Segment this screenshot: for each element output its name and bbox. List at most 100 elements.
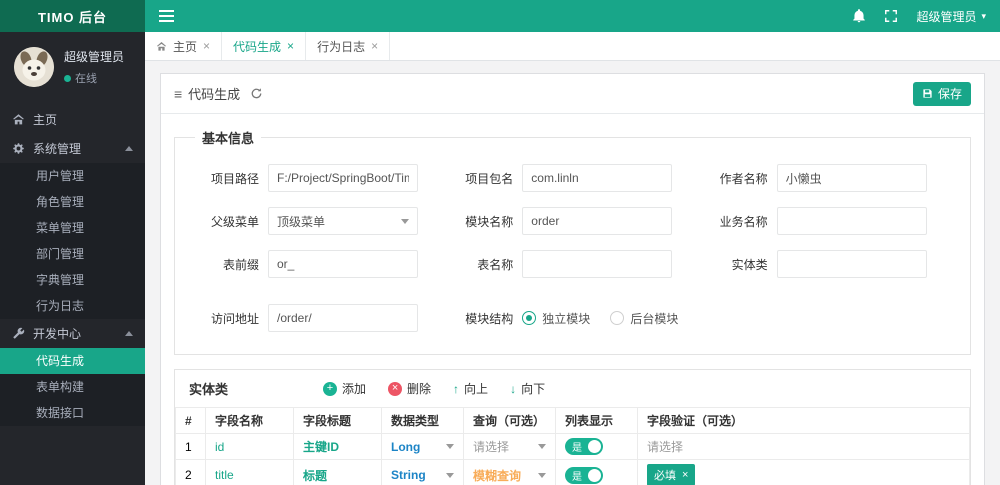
panel-header: ≡ 代码生成 保存 <box>161 74 984 114</box>
validation-cell: 必填 × <box>637 459 970 485</box>
list-display-cell: 是 <box>555 433 638 460</box>
close-icon[interactable]: × <box>682 469 688 481</box>
data-type-select[interactable]: Long <box>391 440 454 454</box>
radio-icon <box>610 311 625 325</box>
sidebar-item-label: 主页 <box>33 113 58 127</box>
row-index: 1 <box>175 433 206 460</box>
form-row: 项目路径 项目包名 作者名称 <box>191 164 954 192</box>
column-header-query: 查询（可选） <box>463 407 556 434</box>
chevron-up-icon <box>125 146 133 151</box>
home-icon <box>156 41 167 52</box>
table-name-input[interactable] <box>522 250 673 278</box>
sidebar-item-system-management[interactable]: 系统管理 <box>0 134 145 163</box>
arrow-down-icon: ↓ <box>510 381 517 396</box>
move-down-button[interactable]: ↓ 向下 <box>510 380 545 397</box>
tab-behavior-log[interactable]: 行为日志 × <box>306 32 391 60</box>
field-name-cell[interactable]: id <box>205 433 294 460</box>
radio-independent-module[interactable]: 独立模块 <box>522 310 590 327</box>
access-url-input[interactable] <box>268 304 418 332</box>
close-icon[interactable]: × <box>203 39 210 53</box>
table-name-label: 表名称 <box>477 257 514 272</box>
tabbar: 主页 × 代码生成 × 行为日志 × <box>145 32 1000 61</box>
query-value: 请选择 <box>473 440 510 454</box>
tab-code-generation[interactable]: 代码生成 × <box>222 32 307 60</box>
data-type-select[interactable]: String <box>391 468 454 482</box>
validation-tag: 必填 × <box>647 464 696 485</box>
topbar: 超级管理员 ▾ <box>145 0 1000 32</box>
field-title-cell[interactable]: 标题 <box>293 459 382 485</box>
sidebar-item-role-management[interactable]: 角色管理 <box>0 189 145 215</box>
user-meta: 超级管理员 在线 <box>64 48 124 86</box>
sidebar-item-dev-center[interactable]: 开发中心 <box>0 319 145 348</box>
package-name-input[interactable] <box>522 164 673 192</box>
menu-toggle-icon[interactable] <box>159 10 174 22</box>
wrench-icon <box>12 327 25 340</box>
access-url-field: 访问地址 <box>191 304 445 332</box>
sidebar-item-code-generation[interactable]: 代码生成 <box>0 348 145 374</box>
query-select[interactable]: 模糊查询 <box>473 467 546 484</box>
tab-label: 代码生成 <box>233 39 282 54</box>
tab-label: 行为日志 <box>317 39 366 54</box>
radio-label: 后台模块 <box>630 311 679 326</box>
delete-button-label: 删除 <box>407 382 432 396</box>
user-dropdown[interactable]: 超级管理员 ▾ <box>916 8 986 25</box>
move-up-button[interactable]: ↑ 向上 <box>453 380 488 397</box>
close-icon[interactable]: × <box>287 39 294 53</box>
field-title-cell[interactable]: 主键ID <box>293 433 382 460</box>
display-toggle[interactable]: 是 <box>565 438 603 455</box>
validation-cell: 请选择 <box>637 433 970 460</box>
author-name-input[interactable] <box>776 164 927 192</box>
display-toggle[interactable]: 是 <box>565 466 603 484</box>
panel-body: 基本信息 项目路径 项目包名 作者名称 <box>161 114 984 485</box>
validation-select[interactable]: 请选择 <box>647 440 683 454</box>
chevron-down-icon <box>446 472 454 478</box>
business-name-input[interactable] <box>776 207 927 235</box>
parent-menu-select[interactable]: 顶级菜单 <box>268 207 418 235</box>
avatar[interactable] <box>14 47 54 87</box>
sidebar-item-menu-management[interactable]: 菜单管理 <box>0 215 145 241</box>
sidebar-item-dict-management[interactable]: 字典管理 <box>0 267 145 293</box>
entity-class-field: 实体类 <box>700 250 954 278</box>
tab-home[interactable]: 主页 × <box>145 32 223 60</box>
radio-backend-module[interactable]: 后台模块 <box>610 310 678 327</box>
access-url-label: 访问地址 <box>210 311 259 326</box>
list-display-cell: 是 <box>555 459 638 485</box>
sidebar-item-data-api[interactable]: 数据接口 <box>0 400 145 426</box>
chevron-down-icon <box>401 218 409 224</box>
field-name-cell[interactable]: title <box>205 459 294 485</box>
query-cell: 请选择 <box>463 433 556 460</box>
add-row-button[interactable]: + 添加 <box>323 380 366 397</box>
app-logo[interactable]: TIMO 后台 <box>0 0 145 32</box>
table-prefix-input[interactable] <box>268 250 418 278</box>
app-root: TIMO 后台 超级管理员 在线 主页 系统管理 用户管理 角色管理 菜单管理 … <box>0 0 1000 485</box>
module-name-input[interactable] <box>522 207 673 235</box>
sidebar-item-user-management[interactable]: 用户管理 <box>0 163 145 189</box>
sidebar-item-behavior-log[interactable]: 行为日志 <box>0 293 145 319</box>
entity-class-input[interactable] <box>776 250 927 278</box>
basic-info-title: 基本信息 <box>202 131 255 146</box>
toggle-label: 是 <box>572 471 582 483</box>
table-row: 1 id 主键ID Long 请选择 是 请选择 <box>175 433 970 460</box>
query-select[interactable]: 请选择 <box>473 438 546 455</box>
column-header-index: # <box>175 407 206 434</box>
project-path-label: 项目路径 <box>210 171 259 186</box>
close-icon[interactable]: × <box>371 39 378 53</box>
project-path-input[interactable] <box>268 164 418 192</box>
sidebar-item-home[interactable]: 主页 <box>0 105 145 134</box>
column-header-validation: 字段验证（可选） <box>637 407 970 434</box>
column-header-field-name: 字段名称 <box>205 407 294 434</box>
bell-icon[interactable] <box>852 9 866 23</box>
radio-label: 独立模块 <box>542 311 591 326</box>
sidebar-item-form-builder[interactable]: 表单构建 <box>0 374 145 400</box>
entity-table: # 字段名称 字段标题 数据类型 查询（可选） 列表显示 字段验证（可选） 1 … <box>175 407 970 485</box>
home-icon <box>12 113 25 126</box>
column-header-data-type: 数据类型 <box>381 407 464 434</box>
delete-row-button[interactable]: × 删除 <box>388 380 431 397</box>
toggle-knob <box>588 440 601 453</box>
user-name: 超级管理员 <box>64 50 125 64</box>
sidebar-item-dept-management[interactable]: 部门管理 <box>0 241 145 267</box>
save-button[interactable]: 保存 <box>912 81 971 106</box>
refresh-icon[interactable] <box>250 87 263 100</box>
data-type-value: String <box>391 468 426 482</box>
fullscreen-icon[interactable] <box>884 9 898 23</box>
